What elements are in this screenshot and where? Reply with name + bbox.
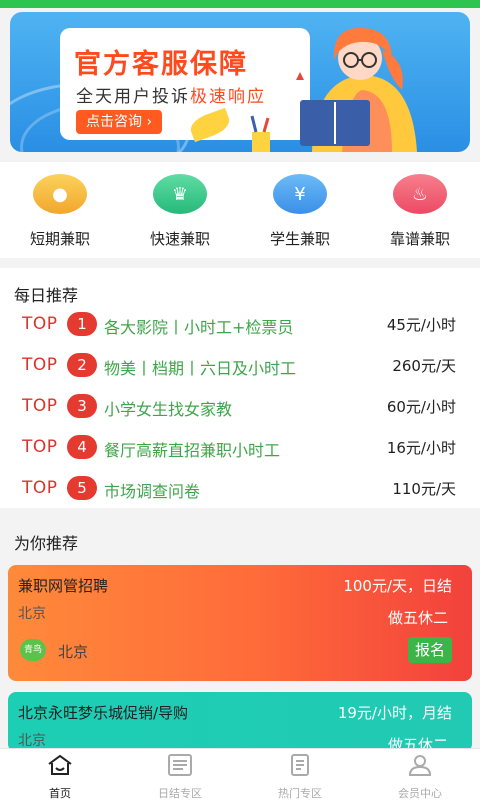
category-quick[interactable]: ♛ 快速兼职: [120, 162, 240, 258]
section-title: 为你推荐: [14, 534, 79, 553]
tab-label: 热门专区: [278, 787, 322, 800]
category-label: 快速兼职: [149, 230, 210, 248]
crown-icon: ♛: [153, 174, 207, 214]
tab-label: 会员中心: [398, 787, 442, 800]
daily-recommend-section: 每日推荐 TOP 1 各大影院丨小时工+检票员 45元/小时 TOP 2 物美丨…: [0, 268, 480, 508]
banner-subtitle: 全天用户投诉极速响应: [76, 82, 266, 107]
category-label: 靠谱兼职: [389, 230, 450, 248]
rank-number: 3: [67, 394, 97, 418]
job-title: 各大影院丨小时工+检票员: [104, 318, 294, 337]
rank-number: 2: [67, 353, 97, 377]
job-schedule: 做五休二: [387, 609, 448, 627]
daily-item[interactable]: TOP 5 市场调查问卷 110元/天: [0, 474, 480, 504]
home-icon: [48, 754, 72, 775]
bottom-tab-bar: 首页 日结专区 热门专区 会员中心: [0, 748, 480, 800]
tab-daily-settlement[interactable]: 日结专区: [120, 749, 240, 800]
job-city: 北京: [18, 733, 46, 749]
job-title: 餐厅高薪直招兼职小时工: [104, 441, 281, 460]
company-city: 北京: [58, 643, 89, 661]
banner-headline: 官方客服保障: [74, 49, 248, 80]
top-label: TOP: [22, 437, 58, 457]
reading-girl-illustration: [250, 28, 417, 152]
flame-icon: ♨: [393, 174, 447, 214]
category-student[interactable]: ¥ 学生兼职: [240, 162, 360, 258]
top-label: TOP: [22, 396, 58, 416]
daily-item[interactable]: TOP 1 各大影院丨小时工+检票员 45元/小时: [0, 310, 480, 340]
service-banner[interactable]: 官方客服保障 全天用户投诉极速响应 点击咨询 ›: [10, 12, 470, 152]
job-pay: 260元/天: [392, 357, 456, 375]
tab-home[interactable]: 首页: [0, 749, 120, 800]
job-pay: 60元/小时: [386, 398, 456, 416]
tab-hot[interactable]: 热门专区: [240, 749, 360, 800]
job-pay: 110元/天: [392, 480, 456, 498]
category-reliable[interactable]: ♨ 靠谱兼职: [360, 162, 480, 258]
job-city: 北京: [18, 606, 46, 622]
top-label: TOP: [22, 478, 58, 498]
category-short-term[interactable]: ● 短期兼职: [0, 162, 120, 258]
daily-item[interactable]: TOP 4 餐厅高薪直招兼职小时工 16元/小时: [0, 433, 480, 463]
rank-number: 4: [67, 435, 97, 459]
job-pay: 100元/天，日结: [343, 577, 452, 595]
job-card[interactable]: 北京永旺梦乐城促销/导购 19元/小时，月结 北京 做五休二: [8, 692, 472, 752]
list-icon: [168, 754, 192, 776]
consult-button[interactable]: 点击咨询 ›: [76, 110, 163, 134]
job-title: 北京永旺梦乐城促销/导购: [18, 704, 189, 722]
company-logo: 青鸟: [20, 639, 46, 661]
top-label: TOP: [22, 314, 58, 334]
document-icon: [291, 754, 309, 776]
category-label: 学生兼职: [269, 230, 330, 248]
daily-item[interactable]: TOP 3 小学女生找女家教 60元/小时: [0, 392, 480, 422]
category-label: 短期兼职: [29, 230, 90, 248]
user-icon: [408, 755, 432, 776]
banner-subtitle-text: 全天用户投诉: [76, 87, 190, 107]
job-card[interactable]: 兼职网管招聘 100元/天，日结 北京 做五休二 青鸟 北京 报名: [8, 565, 472, 681]
category-grid: ● 短期兼职 ♛ 快速兼职 ¥ 学生兼职 ♨ 靠谱兼职: [0, 162, 480, 258]
job-title: 市场调查问卷: [104, 482, 201, 501]
tab-label: 首页: [49, 787, 71, 800]
daily-item[interactable]: TOP 2 物美丨档期丨六日及小时工 260元/天: [0, 351, 480, 381]
job-pay: 19元/小时，月结: [337, 704, 452, 722]
tab-label: 日结专区: [158, 787, 202, 800]
job-title: 小学女生找女家教: [104, 400, 233, 419]
money-bag-icon: ¥: [273, 174, 327, 214]
job-title: 兼职网管招聘: [18, 577, 109, 595]
rank-number: 1: [67, 312, 97, 336]
rank-number: 5: [67, 476, 97, 500]
job-pay: 16元/小时: [386, 439, 456, 457]
short-term-icon: ●: [33, 174, 87, 214]
top-label: TOP: [22, 355, 58, 375]
status-bar: [0, 0, 480, 8]
apply-button[interactable]: 报名: [408, 637, 452, 663]
section-title: 每日推荐: [14, 286, 79, 305]
tab-member-center[interactable]: 会员中心: [360, 749, 480, 800]
job-title: 物美丨档期丨六日及小时工: [104, 359, 297, 378]
job-pay: 45元/小时: [386, 316, 456, 334]
